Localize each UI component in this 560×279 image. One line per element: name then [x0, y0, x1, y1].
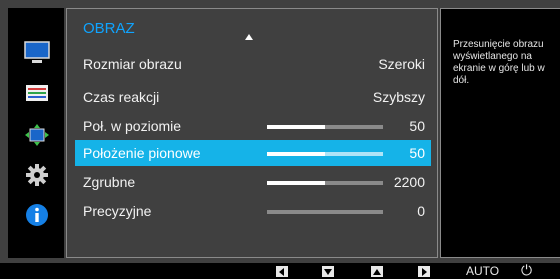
- menu-item-label: Zgrubne: [83, 174, 136, 190]
- menu-item-label: Położenie pionowe: [83, 145, 201, 161]
- left-arrow-button[interactable]: [276, 266, 288, 277]
- category-sidebar: [8, 8, 64, 258]
- menu-item-fine[interactable]: Precyzyjne 0: [75, 198, 431, 224]
- help-panel: Przesunięcie obrazu wyświetlanego na ekr…: [440, 8, 560, 258]
- menu-item-value: 50: [409, 118, 425, 134]
- up-arrow-icon: [373, 268, 381, 275]
- menu-item-v-position[interactable]: Położenie pionowe 50: [75, 140, 431, 166]
- size-position-icon[interactable]: [20, 120, 54, 150]
- menu-item-label: Czas reakcji: [83, 89, 160, 105]
- menu-item-label: Precyzyjne: [83, 203, 152, 219]
- level-slider[interactable]: [267, 210, 383, 214]
- menu-item-h-position[interactable]: Poł. w poziomie 50: [75, 113, 431, 139]
- menu-title: OBRAZ: [83, 20, 135, 37]
- menu-item-response-time[interactable]: Czas reakcji Szybszy: [75, 84, 431, 110]
- right-arrow-button[interactable]: [418, 266, 430, 277]
- level-slider[interactable]: [267, 152, 383, 156]
- monitor-picture-icon[interactable]: [20, 38, 54, 68]
- power-icon[interactable]: ⏻: [521, 262, 532, 279]
- level-slider[interactable]: [267, 181, 383, 185]
- left-arrow-icon: [279, 267, 284, 276]
- menu-item-image-size[interactable]: Rozmiar obrazu Szeroki: [75, 51, 431, 77]
- information-icon[interactable]: [20, 200, 54, 230]
- right-arrow-icon: [422, 267, 427, 276]
- menu-item-coarse[interactable]: Zgrubne 2200: [75, 169, 431, 195]
- color-settings-icon[interactable]: [20, 78, 54, 108]
- menu-item-label: Poł. w poziomie: [83, 118, 182, 134]
- menu-item-value: Szybszy: [372, 89, 425, 105]
- bottom-button-bar: AUTO ⏻: [0, 262, 560, 279]
- scroll-up-caret-icon: [245, 34, 253, 40]
- monitor-osd: OBRAZ Rozmiar obrazu Szeroki Czas reakcj…: [0, 0, 560, 263]
- menu-item-value: 0: [417, 203, 425, 219]
- level-slider[interactable]: [267, 125, 383, 129]
- help-text: Przesunięcie obrazu wyświetlanego na ekr…: [453, 39, 545, 86]
- menu-item-value: 50: [409, 145, 425, 161]
- down-arrow-icon: [324, 268, 332, 275]
- menu-item-value: 2200: [393, 174, 425, 190]
- level-fill: [267, 152, 325, 156]
- auto-button[interactable]: AUTO: [466, 264, 499, 278]
- picture-menu-panel: OBRAZ Rozmiar obrazu Szeroki Czas reakcj…: [66, 8, 438, 258]
- menu-item-label: Rozmiar obrazu: [83, 56, 182, 72]
- level-fill: [267, 125, 325, 129]
- level-fill: [267, 181, 325, 185]
- up-arrow-button[interactable]: [371, 266, 383, 277]
- down-arrow-button[interactable]: [322, 266, 334, 277]
- menu-item-value: Szeroki: [378, 56, 425, 72]
- setup-gear-icon[interactable]: [20, 160, 54, 190]
